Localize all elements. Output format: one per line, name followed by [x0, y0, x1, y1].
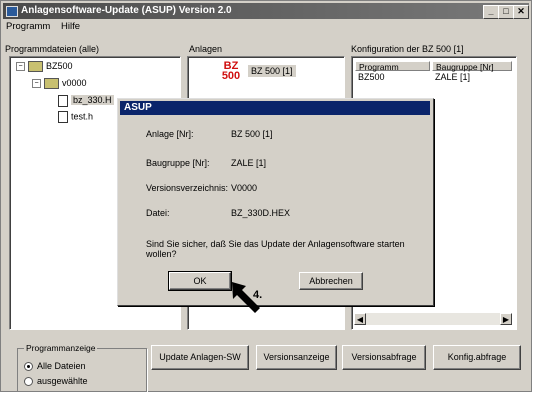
program-display-label: Programmanzeige: [24, 343, 98, 353]
radio-icon[interactable]: [24, 377, 33, 387]
radio-all-files[interactable]: Alle Dateien: [24, 361, 86, 372]
tree-item-subfolder[interactable]: − v0000: [32, 78, 87, 90]
dialog-question: Sind Sie sicher, daß Sie das Update der …: [146, 239, 405, 259]
radio-selected-label: ausgewählte: [37, 376, 88, 386]
pointer-arrow-icon: [232, 282, 260, 313]
plant-name[interactable]: BZ 500 [1]: [248, 65, 296, 77]
plant-logo-bottom: 500: [221, 70, 241, 82]
cancel-button[interactable]: Abbrechen: [299, 272, 363, 290]
config-row-programm[interactable]: BZ500: [358, 72, 385, 82]
menu-hilfe[interactable]: Hilfe: [61, 21, 80, 32]
radio-icon[interactable]: [24, 362, 33, 372]
programs-label: Programmdateien (alle): [5, 44, 100, 54]
tree-file2-label: test.h: [71, 111, 94, 122]
asup-dialog: ASUP Anlage [Nr]: BZ 500 [1] Baugruppe […: [117, 98, 434, 306]
ok-button[interactable]: OK: [168, 271, 232, 291]
step-annotation: 4.: [253, 289, 263, 301]
file-icon: [58, 111, 68, 123]
menu-programm[interactable]: Programm: [6, 21, 50, 32]
radio-selected-files[interactable]: ausgewählte: [24, 376, 88, 387]
app-icon: [6, 6, 18, 17]
radio-all-label: Alle Dateien: [37, 361, 86, 371]
tree-file1-label: bz_330.H: [71, 95, 114, 106]
version-query-button[interactable]: Versionsabfrage: [342, 345, 426, 370]
config-header-programm[interactable]: Programm: [355, 61, 430, 72]
dialog-anlage-label: Anlage [Nr]:: [146, 129, 194, 139]
close-button[interactable]: ✕: [513, 5, 529, 19]
dialog-title[interactable]: ASUP: [120, 101, 430, 115]
config-query-button[interactable]: Konfig.abfrage: [433, 345, 521, 370]
program-display-group: Programmanzeige Alle Dateien ausgewählte: [17, 343, 147, 392]
config-header-baugruppe[interactable]: Baugruppe [Nr]: [432, 61, 512, 72]
title-bar[interactable]: Anlagensoftware-Update (ASUP) Version 2.…: [3, 3, 529, 19]
collapse-icon[interactable]: −: [32, 79, 41, 89]
scroll-right-button[interactable]: ▶: [500, 313, 512, 325]
minimize-button[interactable]: _: [483, 5, 499, 19]
tree-sub-label: v0000: [62, 78, 87, 88]
dialog-anlage-value: BZ 500 [1]: [231, 129, 273, 139]
maximize-button[interactable]: □: [498, 5, 514, 19]
tree-item-file-1[interactable]: bz_330.H: [58, 95, 114, 107]
tree-root-label: BZ500: [46, 61, 73, 71]
dialog-version-value: V0000: [231, 183, 258, 193]
dialog-baugruppe-label: Baugruppe [Nr]:: [146, 158, 210, 168]
config-row-baugruppe[interactable]: ZALE [1]: [435, 72, 470, 82]
dialog-version-label: Versionsverzeichnis:: [146, 183, 229, 193]
dialog-datei-label: Datei:: [146, 208, 170, 218]
folder-icon: [28, 61, 43, 73]
file-icon: [58, 95, 68, 107]
folder-icon: [44, 78, 59, 90]
scroll-left-button[interactable]: ◀: [354, 313, 366, 325]
dialog-baugruppe-value: ZALE [1]: [231, 158, 267, 168]
tree-item-file-2[interactable]: test.h: [58, 111, 93, 123]
plants-label: Anlagen: [189, 44, 223, 54]
update-software-button[interactable]: Update Anlagen-SW: [151, 345, 249, 370]
menu-bar: Programm Hilfe: [3, 21, 85, 33]
window-title: Anlagensoftware-Update (ASUP) Version 2.…: [21, 5, 232, 16]
tree-item-root[interactable]: − BZ500: [16, 61, 73, 73]
dialog-datei-value: BZ_330D.HEX: [231, 208, 291, 218]
version-display-button[interactable]: Versionsanzeige: [256, 345, 337, 370]
config-label: Konfiguration der BZ 500 [1]: [351, 44, 464, 54]
collapse-icon[interactable]: −: [16, 62, 25, 72]
config-scrollbar[interactable]: ◀ ▶: [354, 313, 512, 325]
plant-logo: BZ 500: [221, 61, 241, 82]
